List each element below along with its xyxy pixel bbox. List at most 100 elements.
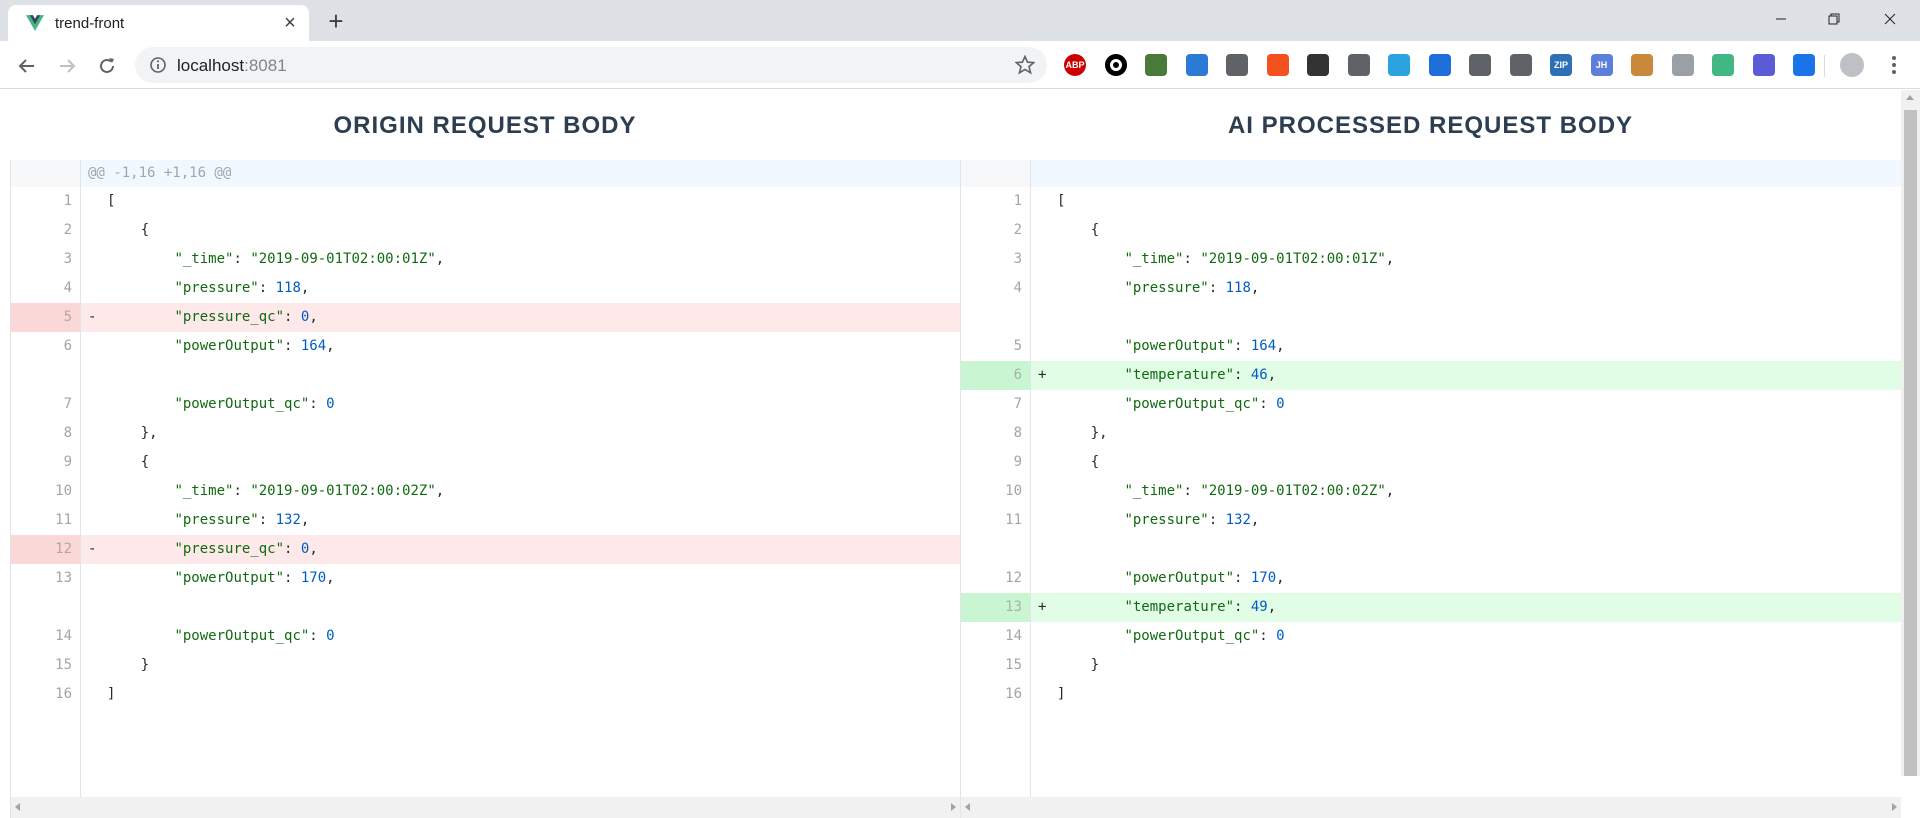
line-number: 11 [11, 506, 81, 535]
colon: : [284, 541, 301, 557]
window-extension-icon[interactable] [1793, 54, 1815, 76]
url-text[interactable]: localhost:8081 [177, 56, 287, 76]
json-value: 0 [1276, 628, 1285, 644]
blank-line [11, 593, 960, 622]
window-close-icon[interactable] [1862, 0, 1918, 38]
punctuation: , [1250, 280, 1260, 296]
code-text: "_time": "2019-09-01T02:00:01Z", [1057, 245, 1394, 274]
bookmark-star-icon[interactable] [1015, 55, 1035, 75]
adblock-plus-icon[interactable]: ABP [1064, 54, 1086, 76]
plus-sign: + [1038, 599, 1047, 615]
recycle-extension-icon[interactable] [1469, 54, 1491, 76]
punctuation: }, [140, 425, 158, 441]
line-number: 4 [11, 274, 81, 303]
minimize-icon[interactable] [1753, 0, 1809, 38]
json-value: 164 [1250, 338, 1277, 354]
colon: : [1234, 338, 1251, 354]
new-tab-button[interactable]: + [322, 8, 350, 36]
code-text: } [1057, 651, 1099, 680]
colon: : [233, 483, 251, 499]
page-content: ORIGIN REQUEST BODY AI PROCESSED REQUEST… [0, 90, 1920, 818]
json-value: 132 [275, 512, 301, 528]
code-text: "pressure": 118, [1057, 274, 1259, 303]
deleted-line: 12- "pressure_qc": 0, [11, 535, 960, 564]
processed-title: AI PROCESSED REQUEST BODY [1227, 112, 1634, 139]
code-line: 7 "powerOutput_qc": 0 [11, 390, 960, 419]
json-key: "pressure" [1124, 512, 1209, 528]
json-value: 49 [1250, 599, 1268, 615]
line-number: 3 [11, 245, 81, 274]
jh-extension-icon[interactable]: JH [1590, 54, 1613, 76]
json-value: 170 [1250, 570, 1277, 586]
line-number: 1 [961, 187, 1031, 216]
colon: : [1183, 483, 1201, 499]
scroll-up-arrow-icon[interactable] [1906, 95, 1914, 100]
vertical-scrollbar[interactable] [1901, 90, 1920, 776]
scroll-left-arrow-icon[interactable] [965, 803, 970, 811]
cookie-extension-icon[interactable] [1631, 54, 1653, 76]
circle-extension-icon[interactable] [1104, 54, 1127, 76]
gutter-fill [961, 709, 1031, 797]
horizontal-scrollbar-right[interactable] [961, 797, 1901, 818]
line-number: 5 [11, 303, 81, 332]
line-number: 5 [961, 332, 1031, 361]
block-extension-icon[interactable] [1509, 54, 1532, 76]
json-value: 164 [300, 338, 327, 354]
punctuation: , [435, 251, 445, 267]
restore-icon[interactable] [1806, 0, 1862, 38]
profile-avatar-icon[interactable] [1840, 53, 1864, 77]
punctuation: } [140, 657, 150, 673]
reload-icon[interactable] [92, 51, 122, 81]
history-extension-icon[interactable] [1347, 54, 1370, 76]
punctuation: , [1385, 251, 1395, 267]
colon: : [1234, 367, 1251, 383]
qr-code-extension-icon[interactable] [1307, 54, 1329, 76]
scroll-right-arrow-icon[interactable] [1892, 803, 1897, 811]
globe-extension-icon[interactable] [1185, 54, 1208, 76]
code-text: "pressure_qc": 0, [107, 303, 317, 332]
eye-extension-icon[interactable] [1428, 54, 1451, 76]
json-key: "powerOutput_qc" [174, 396, 310, 412]
code-extension-icon[interactable] [1226, 54, 1248, 76]
scrollbar-thumb[interactable] [1904, 110, 1917, 776]
added-line: 6 + "temperature": 46, [961, 361, 1901, 390]
scroll-right-arrow-icon[interactable] [951, 803, 956, 811]
horizontal-scrollbar-left[interactable] [11, 797, 960, 818]
origin-title: ORIGIN REQUEST BODY [333, 112, 637, 139]
menu-kebab-icon[interactable] [1884, 53, 1904, 77]
vue-devtools-icon[interactable] [1712, 54, 1734, 76]
code-text: "powerOutput_qc": 0 [1057, 390, 1284, 419]
code-text: }, [1057, 419, 1108, 448]
code-line: 13 "powerOutput": 170, [11, 564, 960, 593]
processed-diff-pane: 1[2 {3 "_time": "2019-09-01T02:00:01Z", 4… [960, 160, 1901, 818]
tab-close-icon[interactable]: × [278, 11, 302, 35]
translate-extension-icon[interactable] [1266, 54, 1289, 76]
scroll-left-arrow-icon[interactable] [15, 803, 20, 811]
json-value: 46 [1250, 367, 1268, 383]
forward-arrow-icon[interactable] [52, 51, 82, 81]
code-line: 9 { [961, 448, 1901, 477]
line-number: 13 [961, 593, 1031, 622]
colon: : [258, 512, 276, 528]
address-bar[interactable]: localhost:8081 [135, 47, 1047, 83]
info-icon[interactable] [149, 56, 167, 74]
code-line: 15 } [961, 651, 1901, 680]
web-extension-icon[interactable] [1752, 54, 1775, 76]
lock-extension-icon[interactable] [1671, 54, 1694, 76]
code-line: 11 "pressure": 132, [961, 506, 1901, 535]
zip-extension-icon[interactable]: ZIP [1550, 54, 1572, 76]
magnifier-extension-icon[interactable] [1145, 54, 1167, 76]
browser-tab[interactable]: trend-front × [8, 5, 309, 41]
telegram-extension-icon[interactable] [1388, 54, 1410, 76]
back-arrow-icon[interactable] [12, 51, 42, 81]
blank-line [961, 303, 1901, 332]
json-key: "powerOutput" [174, 570, 285, 586]
code-text: "powerOutput": 170, [107, 564, 334, 593]
